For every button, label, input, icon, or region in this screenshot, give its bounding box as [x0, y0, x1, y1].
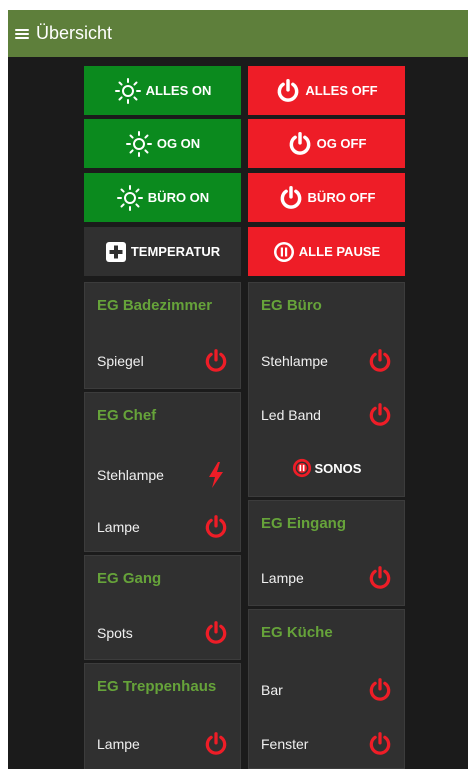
- buero-on-label: BÜRO ON: [147, 190, 210, 205]
- room-title: EG Büro: [261, 297, 322, 314]
- room-title: EG Treppenhaus: [97, 678, 217, 695]
- device-row-led-band: Led Band: [261, 395, 394, 435]
- device-label: Lampe: [97, 736, 140, 752]
- power-icon: [278, 78, 299, 102]
- sun-icon: [114, 77, 141, 104]
- room-card-eg-treppenhaus: EG Treppenhaus Lampe: [84, 663, 241, 769]
- og-off-label: OG OFF: [316, 136, 367, 151]
- power-icon[interactable]: [366, 347, 394, 375]
- device-label: Lampe: [261, 570, 304, 586]
- device-label: Spiegel: [97, 353, 144, 369]
- alle-pause-label: ALLE PAUSE: [298, 244, 381, 259]
- device-label: Stehlampe: [261, 353, 328, 369]
- hamburger-menu-icon[interactable]: [15, 28, 29, 39]
- power-icon[interactable]: [202, 730, 230, 758]
- power-icon[interactable]: [366, 730, 394, 758]
- sun-icon: [116, 184, 143, 211]
- plus-box-icon: [105, 241, 126, 262]
- room-title: EG Küche: [261, 624, 333, 641]
- buero-off-label: BÜRO OFF: [307, 190, 376, 205]
- power-icon: [289, 131, 310, 155]
- room-title: EG Eingang: [261, 515, 347, 532]
- alles-off-button[interactable]: ALLES OFF: [248, 66, 405, 115]
- device-label: Bar: [261, 682, 283, 698]
- power-icon[interactable]: [366, 564, 394, 592]
- og-on-button[interactable]: OG ON: [84, 119, 241, 168]
- power-icon[interactable]: [366, 401, 394, 429]
- room-title: EG Chef: [97, 407, 157, 424]
- alles-off-label: ALLES OFF: [305, 83, 378, 98]
- room-card-eg-buero: EG Büro Stehlampe Led Band SONOS: [248, 282, 405, 497]
- top-bar: Übersicht: [8, 10, 468, 57]
- alle-pause-button[interactable]: ALLE PAUSE: [248, 227, 405, 276]
- device-row-fenster: Fenster: [261, 724, 394, 764]
- alles-on-button[interactable]: ALLES ON: [84, 66, 241, 115]
- device-row-lampe: Lampe: [97, 507, 230, 547]
- room-card-eg-gang: EG Gang Spots: [84, 555, 241, 660]
- power-icon[interactable]: [202, 347, 230, 375]
- device-label: Spots: [97, 625, 133, 641]
- alles-on-label: ALLES ON: [145, 83, 212, 98]
- device-row-spiegel: Spiegel: [97, 341, 230, 381]
- device-row-stehlampe: Stehlampe: [261, 341, 394, 381]
- app-frame: Übersicht ALLES ON ALLES OFF OG ON OG OF…: [8, 10, 468, 769]
- power-icon[interactable]: [202, 619, 230, 647]
- temperatur-label: TEMPERATUR: [130, 244, 221, 259]
- device-label: Led Band: [261, 407, 321, 423]
- device-row-lampe: Lampe: [97, 724, 230, 764]
- device-row-lampe: Lampe: [261, 558, 394, 598]
- room-card-eg-chef: EG Chef Stehlampe Lampe: [84, 392, 241, 552]
- temperatur-button[interactable]: TEMPERATUR: [84, 227, 241, 276]
- room-title: EG Badezimmer: [97, 297, 213, 314]
- buero-on-button[interactable]: BÜRO ON: [84, 173, 241, 222]
- sonos-button[interactable]: SONOS: [249, 450, 404, 486]
- device-row-spots: Spots: [97, 613, 230, 653]
- device-label: Lampe: [97, 519, 140, 535]
- room-card-eg-badezimmer: EG Badezimmer Spiegel: [84, 282, 241, 389]
- room-card-eg-kueche: EG Küche Bar Fenster: [248, 609, 405, 769]
- pause-circle-icon: [273, 241, 294, 262]
- room-title: EG Gang: [97, 570, 162, 587]
- device-label: Stehlampe: [97, 467, 164, 483]
- og-off-button[interactable]: OG OFF: [248, 119, 405, 168]
- buero-off-button[interactable]: BÜRO OFF: [248, 173, 405, 222]
- power-icon[interactable]: [202, 513, 230, 541]
- pause-circle-icon: [292, 458, 311, 478]
- device-row-bar: Bar: [261, 670, 394, 710]
- sonos-label: SONOS: [314, 460, 362, 476]
- power-icon: [280, 185, 301, 209]
- device-label: Fenster: [261, 736, 309, 752]
- device-row-stehlampe: Stehlampe: [97, 455, 230, 495]
- sun-icon: [125, 130, 152, 157]
- lightning-icon[interactable]: [202, 461, 230, 489]
- page-title: Übersicht: [36, 23, 113, 43]
- power-icon[interactable]: [366, 676, 394, 704]
- room-card-eg-eingang: EG Eingang Lampe: [248, 500, 405, 606]
- og-on-label: OG ON: [156, 136, 201, 151]
